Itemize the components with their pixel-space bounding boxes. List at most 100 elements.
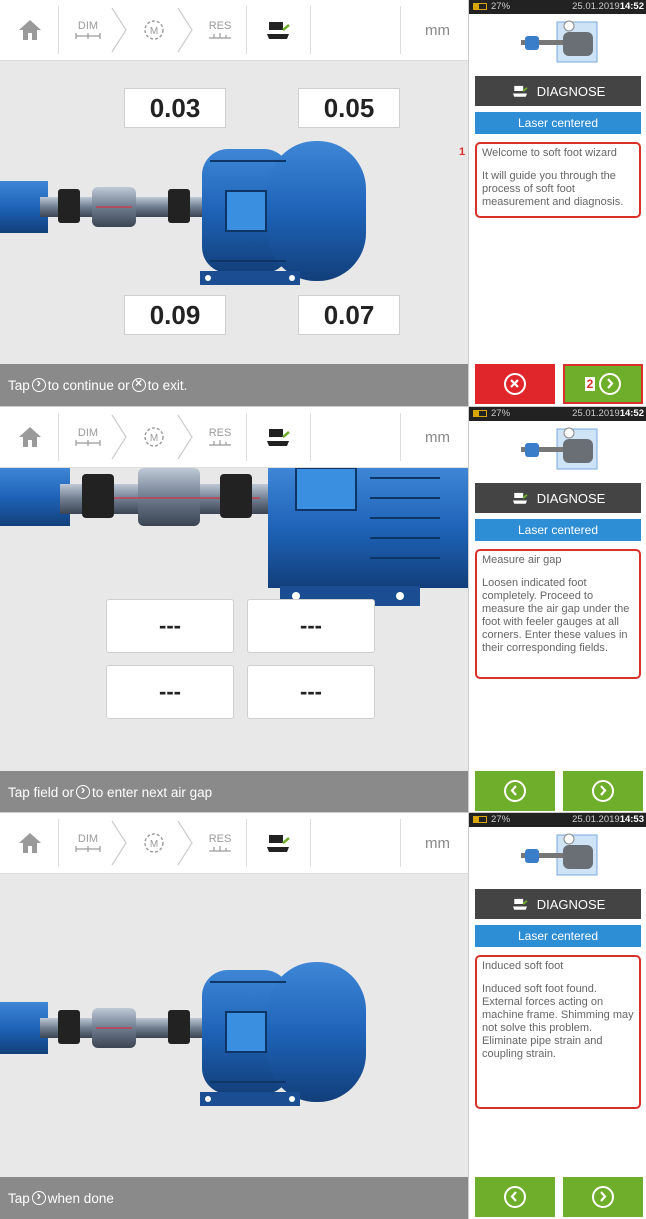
air-gap-field-2[interactable]: --- — [247, 599, 375, 653]
machine-thumbnail[interactable] — [519, 18, 601, 68]
back-icon — [504, 1186, 526, 1208]
message-title: Induced soft foot — [482, 960, 564, 972]
main-area: DIM M RES mm — [0, 813, 468, 1219]
softfoot-value-front-left[interactable]: 0.03 — [124, 88, 226, 128]
dim-button[interactable]: DIM — [66, 813, 110, 873]
results-button[interactable]: RES — [198, 0, 242, 60]
side-panel: 27% 25.01.201914:52 DIAGNOSE Laser cente… — [459, 0, 646, 406]
chevron-icon — [177, 820, 193, 866]
dim-button[interactable]: DIM — [66, 0, 110, 60]
results-button[interactable]: RES — [198, 407, 242, 467]
machine-thumbnail[interactable] — [519, 831, 601, 881]
back-button[interactable] — [475, 1177, 555, 1217]
next-icon — [31, 375, 46, 392]
status-text: Tap — [8, 1190, 30, 1206]
softfoot-value-front-right[interactable]: 0.05 — [298, 88, 400, 128]
chevron-icon — [177, 414, 193, 460]
status-bar: Tap to continue or to exit. — [0, 364, 468, 406]
diagnose-header: DIAGNOSE — [475, 483, 641, 513]
message-body: Loosen indicated foot completely. Procee… — [482, 577, 630, 654]
clock: 25.01.201914:52 — [572, 408, 644, 419]
callout-number: 2 — [584, 377, 596, 391]
status-text: Tap field or — [8, 784, 75, 800]
back-button[interactable] — [475, 771, 555, 811]
diagnose-header: DIAGNOSE — [475, 76, 641, 106]
dim-label: DIM — [77, 20, 99, 32]
softfoot-icon — [512, 898, 528, 910]
results-icon — [209, 440, 231, 446]
chevron-icon — [177, 7, 193, 53]
svg-text:M: M — [150, 433, 158, 444]
measure-button[interactable]: M — [132, 0, 176, 60]
measure-button[interactable]: M — [132, 407, 176, 467]
softfoot-button[interactable] — [250, 407, 306, 467]
measure-icon: M — [144, 20, 164, 40]
diagnose-label: DIAGNOSE — [536, 896, 606, 912]
wizard-message-box: Measure air gap Loosen indicated foot co… — [475, 549, 641, 679]
wizard-step-welcome: DIM M RES mm 0.03 0.05 0.09 0.07 Tap › t… — [0, 0, 646, 406]
machine-view-zoomed: --- --- --- --- — [0, 467, 468, 770]
status-text: to enter next air gap — [92, 784, 213, 800]
side-panel: 27% 25.01.201914:52 DIAGNOSE Laser cente… — [468, 407, 646, 813]
machine-view — [0, 874, 468, 1176]
machine-view: 0.03 0.05 0.09 0.07 — [0, 61, 468, 363]
home-button[interactable] — [6, 0, 54, 60]
battery-level: 27% — [491, 814, 511, 825]
softfoot-icon — [512, 492, 528, 504]
home-button[interactable] — [6, 407, 54, 467]
air-gap-field-3[interactable]: --- — [106, 665, 234, 719]
svg-text:M: M — [150, 26, 158, 37]
dim-icon — [75, 440, 101, 446]
air-gap-field-4[interactable]: --- — [247, 665, 375, 719]
status-text: to continue or — [47, 377, 130, 393]
message-title: Measure air gap — [482, 554, 562, 566]
chevron-icon — [111, 7, 127, 53]
softfoot-value-rear-left[interactable]: 0.09 — [124, 295, 226, 335]
home-icon — [19, 833, 41, 853]
next-button[interactable] — [563, 771, 643, 811]
results-button[interactable]: RES — [198, 813, 242, 873]
status-bar: Tap when done — [0, 1177, 468, 1219]
res-label: RES — [208, 427, 232, 439]
next-icon — [76, 782, 91, 799]
air-gap-field-1[interactable]: --- — [106, 599, 234, 653]
softfoot-button[interactable] — [250, 0, 306, 60]
measure-button[interactable]: M — [132, 813, 176, 873]
battery-icon — [473, 816, 487, 823]
laser-status-badge: Laser centered — [475, 519, 641, 541]
status-text: Tap — [8, 377, 30, 393]
machine-thumbnail[interactable] — [519, 425, 601, 475]
back-icon — [504, 780, 526, 802]
softfoot-value-rear-right[interactable]: 0.07 — [298, 295, 400, 335]
next-button[interactable]: 2 — [563, 364, 643, 404]
toolbar: DIM M RES mm — [0, 0, 468, 61]
clock: 25.01.201914:53 — [572, 814, 644, 825]
wizard-message-box: Welcome to soft foot wizard It will guid… — [475, 142, 641, 218]
system-status-bar: 27% 25.01.201914:53 — [469, 813, 646, 827]
home-icon — [19, 20, 41, 40]
home-icon — [19, 427, 41, 447]
next-icon — [599, 373, 622, 395]
next-icon — [592, 780, 614, 802]
softfoot-button[interactable] — [250, 813, 306, 873]
dim-label: DIM — [77, 427, 99, 439]
machine-train-illustration — [0, 962, 366, 1106]
system-status-bar: 27% 25.01.201914:52 — [469, 407, 646, 421]
laser-status-badge: Laser centered — [475, 112, 641, 134]
home-button[interactable] — [6, 813, 54, 873]
dim-button[interactable]: DIM — [66, 407, 110, 467]
chevron-icon — [111, 414, 127, 460]
svg-text:M: M — [150, 839, 158, 850]
toolbar: DIM M RES mm — [0, 813, 468, 874]
diagnose-label: DIAGNOSE — [536, 490, 606, 506]
res-label: RES — [208, 20, 232, 32]
clock: 25.01.201914:52 — [572, 1, 644, 12]
next-button[interactable] — [563, 1177, 643, 1217]
exit-icon — [504, 373, 526, 395]
res-label: RES — [208, 833, 232, 845]
battery-level: 27% — [491, 408, 511, 419]
exit-button[interactable] — [475, 364, 555, 404]
dim-label: DIM — [77, 833, 99, 845]
status-bar: Tap field or to enter next air gap — [0, 771, 468, 813]
softfoot-icon — [267, 429, 290, 446]
